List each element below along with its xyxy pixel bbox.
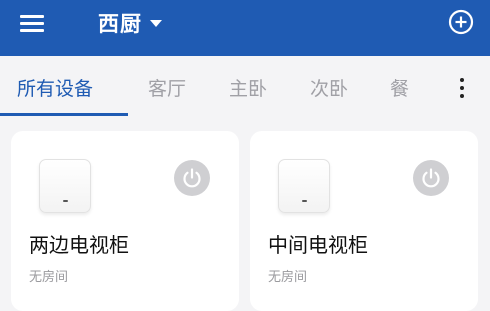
app-bar: 西厨 — [0, 0, 490, 56]
device-room: 无房间 — [268, 270, 308, 285]
home-selector[interactable]: 西厨 — [98, 9, 162, 37]
power-icon — [183, 168, 201, 188]
caret-down-icon — [150, 19, 162, 27]
device-card[interactable]: 中间电视柜 无房间 — [250, 131, 478, 311]
plus-circle-icon[interactable] — [448, 9, 474, 35]
power-button[interactable] — [413, 160, 449, 196]
menu-line — [20, 22, 44, 25]
menu-line — [20, 29, 44, 32]
tab-second-bedroom[interactable]: 次卧 — [310, 74, 348, 101]
power-icon — [422, 168, 440, 188]
tab-all-devices[interactable]: 所有设备 — [17, 74, 93, 101]
device-led — [63, 200, 68, 202]
more-dot — [460, 86, 464, 90]
tab-master-bedroom[interactable]: 主卧 — [229, 74, 267, 101]
home-name: 西厨 — [98, 12, 142, 36]
more-dot — [460, 94, 464, 98]
room-tab-bar: 所有设备 客厅 主卧 次卧 餐 — [0, 56, 490, 118]
device-led — [302, 200, 307, 202]
hamburger-menu-icon[interactable] — [20, 12, 46, 34]
tab-dining[interactable]: 餐 — [390, 74, 409, 101]
device-room: 无房间 — [29, 270, 69, 285]
device-card[interactable]: 两边电视柜 无房间 — [11, 131, 239, 311]
power-button[interactable] — [174, 160, 210, 196]
more-vertical-icon[interactable] — [456, 78, 468, 100]
active-tab-indicator — [0, 113, 128, 116]
device-name: 两边电视柜 — [29, 233, 129, 257]
router-device-icon — [278, 159, 330, 213]
device-name: 中间电视柜 — [268, 233, 368, 257]
menu-line — [20, 15, 44, 18]
router-device-icon — [39, 159, 91, 213]
more-dot — [460, 78, 464, 82]
tab-living-room[interactable]: 客厅 — [148, 74, 186, 101]
